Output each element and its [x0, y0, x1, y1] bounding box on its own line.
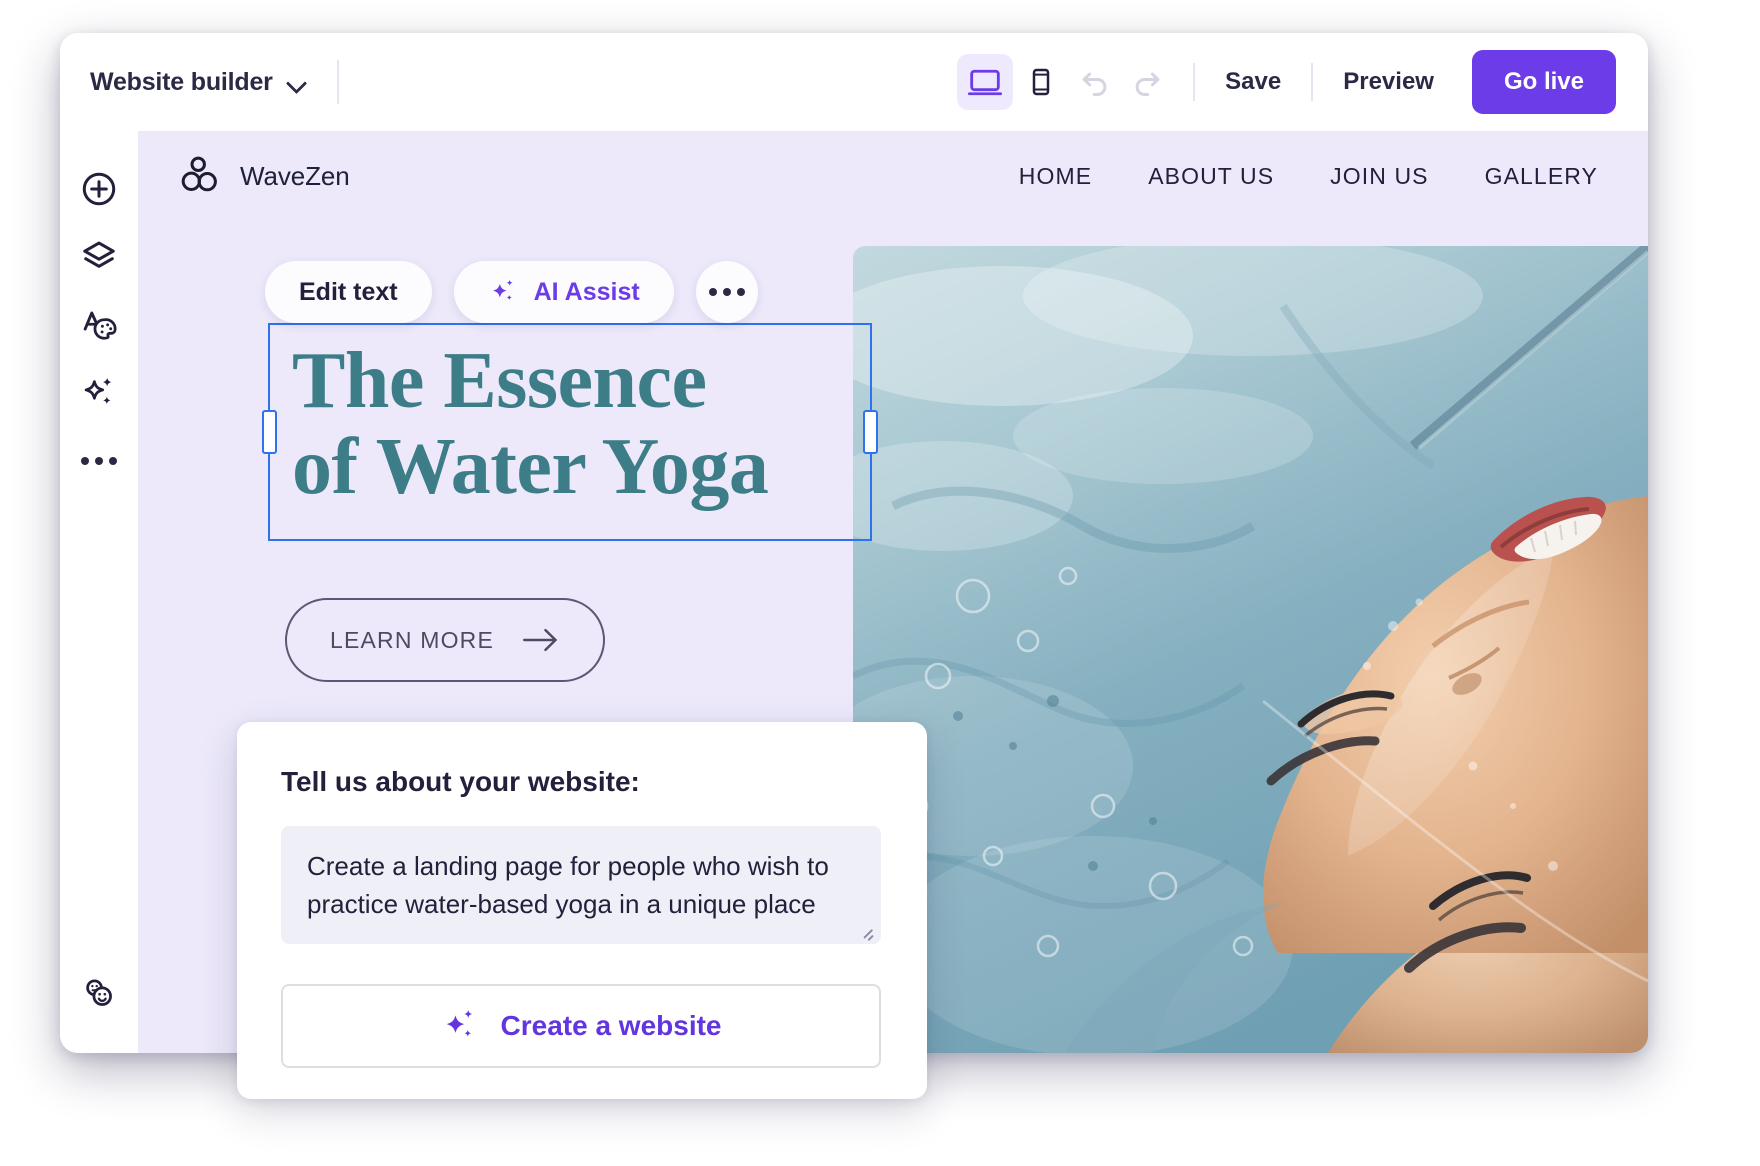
- element-more-button[interactable]: [695, 261, 758, 323]
- element-edit-toolbar: Edit text AI Assist: [265, 261, 758, 323]
- left-sidebar: [60, 131, 140, 1053]
- preview-button[interactable]: Preview: [1333, 68, 1444, 96]
- mobile-view-button[interactable]: [1013, 54, 1069, 110]
- website-description-value: Create a landing page for people who wis…: [307, 851, 829, 919]
- ellipsis-icon: [81, 457, 117, 465]
- screenshot-stage: Website builder Save Preview Go live Wav…: [0, 0, 1760, 1166]
- sidebar-item-add-element[interactable]: [69, 159, 129, 219]
- redo-button[interactable]: [1121, 56, 1173, 108]
- go-live-button[interactable]: Go live: [1471, 50, 1616, 114]
- top-toolbar: Website builder Save Preview Go live: [60, 33, 1648, 131]
- create-website-button[interactable]: Create a website: [281, 984, 881, 1068]
- smiley-faces-icon: [86, 979, 112, 1006]
- plus-circle-icon: [82, 172, 116, 206]
- nav-link-gallery[interactable]: GALLERY: [1485, 163, 1598, 190]
- save-button[interactable]: Save: [1215, 68, 1291, 96]
- undo-button[interactable]: [1069, 56, 1121, 108]
- ai-assist-button[interactable]: AI Assist: [453, 261, 674, 323]
- site-brand[interactable]: WaveZen: [180, 153, 350, 199]
- font-palette-icon: [83, 311, 117, 340]
- mobile-icon: [1032, 68, 1050, 96]
- chevron-down-icon[interactable]: [287, 73, 309, 95]
- hero-image[interactable]: [853, 246, 1648, 1053]
- create-website-label: Create a website: [500, 1010, 722, 1041]
- textarea-resize-grip[interactable]: [860, 925, 874, 939]
- three-circles-logo: [181, 156, 217, 192]
- toolbar-divider: [336, 60, 339, 104]
- site-nav: HOME ABOUT US JOIN US GALLERY: [1019, 163, 1598, 190]
- sidebar-item-ai-tools[interactable]: [69, 363, 129, 423]
- hero-photo-illustration: [853, 246, 1648, 1053]
- ellipsis-icon: [708, 288, 745, 296]
- headline-selection-box[interactable]: The Essence of Water Yoga: [262, 323, 878, 541]
- sidebar-item-more-tools[interactable]: [69, 431, 129, 491]
- top-toolbar-actions: Save Preview Go live: [957, 50, 1648, 114]
- divider: [1311, 63, 1314, 101]
- site-brand-name: WaveZen: [240, 160, 350, 191]
- ai-card-title: Tell us about your website:: [281, 766, 640, 797]
- sparkles-icon: [84, 377, 112, 404]
- ai-assist-label: AI Assist: [533, 277, 640, 306]
- sidebar-item-feedback[interactable]: [69, 963, 129, 1023]
- undo-icon: [1082, 72, 1107, 96]
- sidebar-item-design[interactable]: [69, 295, 129, 355]
- sparkles-icon: [446, 1010, 472, 1037]
- site-header: WaveZen HOME ABOUT US JOIN US GALLERY: [140, 131, 1648, 221]
- workspace-switcher[interactable]: Website builder: [60, 68, 309, 97]
- app-title: Website builder: [90, 67, 273, 96]
- edit-text-button[interactable]: Edit text: [265, 261, 432, 323]
- nav-link-home[interactable]: HOME: [1019, 163, 1092, 190]
- arrow-right-icon: [523, 628, 557, 652]
- resize-handle-left[interactable]: [262, 410, 277, 454]
- divider: [1193, 63, 1196, 101]
- headline-text[interactable]: The Essence of Water Yoga: [270, 325, 870, 510]
- headline-line-1: The Essence: [292, 337, 707, 425]
- desktop-icon: [968, 69, 1003, 96]
- learn-more-button[interactable]: LEARN MORE: [285, 598, 605, 682]
- sparkles-icon: [492, 279, 513, 300]
- sidebar-item-layers[interactable]: [69, 227, 129, 287]
- layers-icon: [83, 241, 115, 268]
- ai-prompt-card: Tell us about your website: Create a lan…: [237, 722, 927, 1099]
- nav-link-about-us[interactable]: ABOUT US: [1148, 163, 1274, 190]
- redo-icon: [1135, 72, 1160, 96]
- learn-more-label: LEARN MORE: [329, 626, 495, 653]
- desktop-view-button[interactable]: [957, 54, 1014, 110]
- resize-handle-right[interactable]: [863, 410, 878, 454]
- headline-line-2: of Water Yoga: [292, 422, 769, 511]
- website-description-input[interactable]: Create a landing page for people who wis…: [281, 826, 881, 944]
- nav-link-join-us[interactable]: JOIN US: [1330, 163, 1428, 190]
